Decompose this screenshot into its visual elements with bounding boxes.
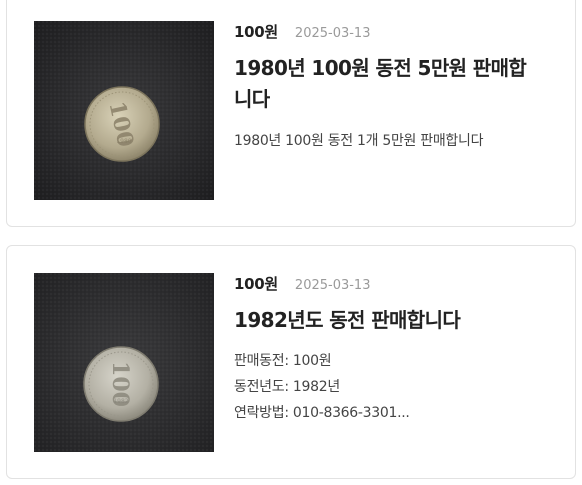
listing-price: 100원 bbox=[234, 23, 278, 41]
listing-description-line: 동전년도: 1982년 bbox=[234, 379, 340, 395]
listing-meta: 100원 2025-03-13 bbox=[234, 21, 557, 45]
listing-card[interactable]: 100 1980 100원 2025-03-13 1980년 100원 동전 5… bbox=[6, 0, 576, 227]
listing-info: 100원 2025-03-13 1980년 100원 동전 5만원 판매합 니다… bbox=[234, 21, 557, 154]
listing-title[interactable]: 1980년 100원 동전 5만원 판매합 니다 bbox=[234, 53, 557, 115]
listing-info: 100원 2025-03-13 1982년도 동전 판매합니다 판매동전: 10… bbox=[234, 273, 557, 426]
listing-title[interactable]: 1982년도 동전 판매합니다 bbox=[234, 305, 557, 336]
listing-thumbnail[interactable]: 100 1980 bbox=[34, 21, 214, 200]
listing-price: 100원 bbox=[234, 275, 278, 293]
listing-thumbnail[interactable]: 100 1982 bbox=[34, 273, 214, 452]
listing-feed: 100 1980 100원 2025-03-13 1980년 100원 동전 5… bbox=[0, 0, 582, 485]
listing-description-line: 연락방법: 010-8366-3301... bbox=[234, 405, 410, 421]
listing-title-line: 니다 bbox=[234, 87, 270, 111]
coin-1: 100 1980 bbox=[84, 86, 160, 162]
coin-photo: 100 1980 bbox=[34, 21, 214, 200]
listing-description-line: 1980년 100원 동전 1개 5만원 판매합니다 bbox=[234, 133, 484, 149]
listing-title-line: 1980년 100원 동전 5만원 판매합 bbox=[234, 56, 527, 80]
listing-date: 2025-03-13 bbox=[294, 26, 371, 41]
coin-2: 100 1982 bbox=[83, 346, 159, 422]
listing-description: 1980년 100원 동전 1개 5만원 판매합니다 bbox=[234, 128, 557, 154]
listing-card[interactable]: 100 1982 100원 2025-03-13 1982년도 동전 판매합니다… bbox=[6, 245, 576, 479]
listing-description: 판매동전: 100원 동전년도: 1982년 연락방법: 010-8366-33… bbox=[234, 348, 557, 426]
listing-date: 2025-03-13 bbox=[294, 278, 371, 293]
coin-photo: 100 1982 bbox=[34, 273, 214, 452]
listing-description-line: 판매동전: 100원 bbox=[234, 353, 332, 369]
svg-text:1980: 1980 bbox=[116, 138, 131, 145]
listing-meta: 100원 2025-03-13 bbox=[234, 273, 557, 297]
svg-text:1982: 1982 bbox=[113, 398, 128, 405]
listing-title-line: 1982년도 동전 판매합니다 bbox=[234, 308, 461, 332]
